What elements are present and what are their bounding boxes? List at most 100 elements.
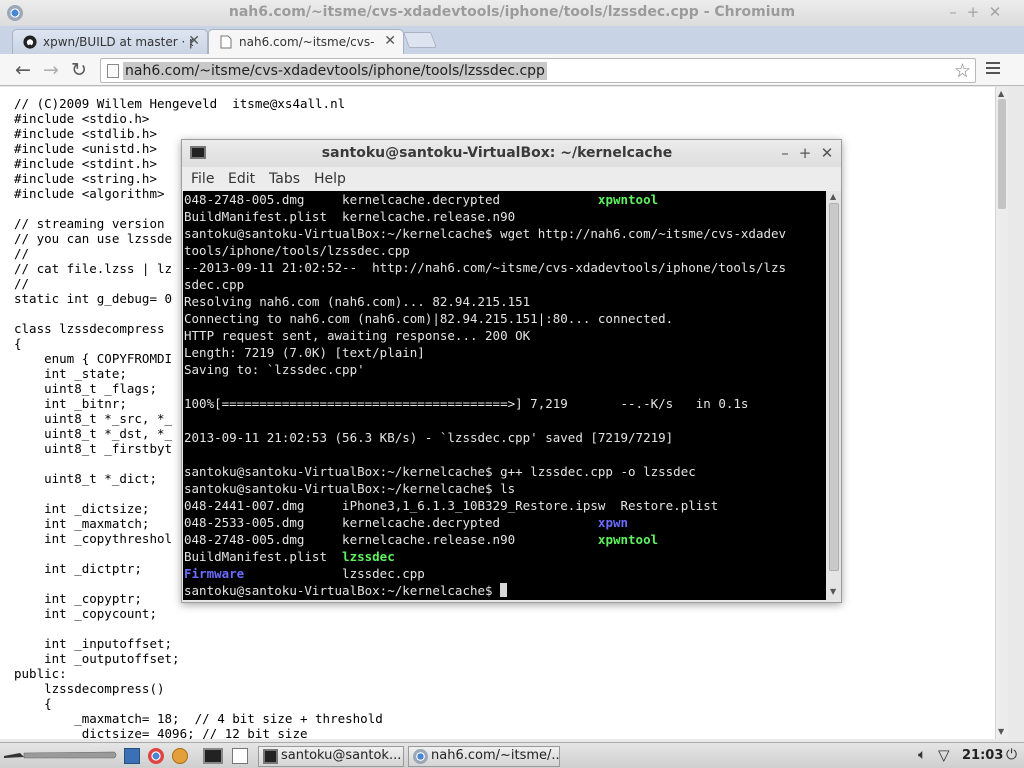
terminal-line: santoku@santoku-VirtualBox:~/kernelcache… bbox=[184, 225, 786, 242]
directory-name: xpwn bbox=[597, 515, 629, 530]
terminal-screen[interactable]: 048-2748-005.dmg kernelcache.decrypted x… bbox=[183, 191, 826, 600]
terminal-text: BuildManifest.plist kernelcache.release.… bbox=[184, 209, 516, 224]
menu-help[interactable]: Help bbox=[314, 171, 346, 187]
terminal-text: santoku@santoku-VirtualBox:~/kernelcache… bbox=[184, 464, 696, 479]
terminal-line: Saving to: `lzssdec.cpp' bbox=[184, 361, 786, 378]
tab-close-icon[interactable]: ✕ bbox=[188, 33, 200, 49]
terminal-line: Firmware lzssdec.cpp bbox=[184, 565, 786, 582]
bookmark-star-icon[interactable]: ☆ bbox=[954, 60, 971, 82]
terminal-text: Length: 7219 (7.0K) [text/plain] bbox=[184, 345, 425, 360]
terminal-line: Resolving nah6.com (nah6.com)... 82.94.2… bbox=[184, 293, 786, 310]
terminal-launcher-icon[interactable] bbox=[203, 748, 223, 764]
minimize-icon[interactable]: – bbox=[776, 144, 794, 162]
terminal-line: 2013-09-11 21:02:53 (56.3 KB/s) - `lzssd… bbox=[184, 429, 786, 446]
terminal-scroll-thumb[interactable] bbox=[829, 203, 839, 571]
santoku-knife-logo[interactable] bbox=[2, 748, 118, 762]
terminal-line: tools/iphone/tools/lzssdec.cpp bbox=[184, 242, 786, 259]
terminal-line: BuildManifest.plist kernelcache.release.… bbox=[184, 208, 786, 225]
scroll-up-icon[interactable]: ▲ bbox=[998, 89, 1004, 98]
new-tab-button[interactable] bbox=[403, 32, 437, 48]
page-scroll-thumb[interactable] bbox=[998, 99, 1006, 209]
terminal-line: santoku@santoku-VirtualBox:~/kernelcache… bbox=[184, 463, 786, 480]
source-line: int _outputoffset; bbox=[14, 651, 180, 666]
page-icon bbox=[107, 64, 119, 78]
source-line bbox=[14, 621, 383, 636]
source-line: int _inputoffset; bbox=[14, 636, 173, 651]
file-manager-icon[interactable] bbox=[124, 748, 140, 764]
browser-launcher-icon[interactable] bbox=[172, 748, 188, 764]
tab-lzssdec[interactable]: nah6.com/~itsme/cvs-xda ✕ bbox=[208, 29, 404, 54]
tab-label: nah6.com/~itsme/cvs-xda bbox=[239, 35, 375, 49]
terminal-line: 048-2441-007.dmg iPhone3,1_6.1.3_10B329_… bbox=[184, 497, 786, 514]
terminal-text: lzssdec.cpp bbox=[244, 566, 425, 581]
terminal-text: Resolving nah6.com (nah6.com)... 82.94.2… bbox=[184, 294, 531, 309]
terminal-scrollbar[interactable]: ▲ ▼ bbox=[827, 191, 841, 600]
source-line: #include <stdio.h> bbox=[14, 111, 150, 126]
terminal-text: sdec.cpp bbox=[184, 277, 245, 292]
scroll-down-icon[interactable]: ▼ bbox=[998, 727, 1004, 736]
terminal-text: BuildManifest.plist bbox=[184, 549, 343, 564]
scroll-up-icon[interactable]: ▲ bbox=[830, 192, 836, 201]
url-text[interactable]: nah6.com/~itsme/cvs-xdadevtools/iphone/t… bbox=[123, 62, 547, 80]
source-line: _maxmatch= 18; // 4 bit size + threshold bbox=[14, 711, 383, 726]
terminal-output: 048-2748-005.dmg kernelcache.decrypted x… bbox=[184, 191, 786, 599]
executable-name: lzssdec bbox=[342, 549, 395, 564]
close-icon[interactable]: ✕ bbox=[986, 3, 1004, 21]
logout-icon[interactable]: ⏻ bbox=[1006, 747, 1017, 763]
browser-titlebar[interactable]: nah6.com/~itsme/cvs-xdadevtools/iphone/t… bbox=[0, 0, 1024, 26]
minimize-icon[interactable]: – bbox=[944, 3, 962, 21]
terminal-text: --2013-09-11 21:02:52-- http://nah6.com/… bbox=[184, 260, 787, 275]
source-line: int _copycount; bbox=[14, 606, 157, 621]
source-line: _dictsize= 4096; // 12 bit size bbox=[14, 726, 308, 739]
browser-window-title: nah6.com/~itsme/cvs-xdadevtools/iphone/t… bbox=[228, 4, 796, 20]
taskbar-item-chromium[interactable]: nah6.com/~itsme/... bbox=[408, 746, 560, 767]
terminal-text: Saving to: `lzssdec.cpp' bbox=[184, 362, 365, 377]
menu-edit[interactable]: Edit bbox=[228, 171, 255, 187]
network-icon[interactable]: ▽ bbox=[938, 746, 950, 764]
terminal-text: HTTP request sent, awaiting response... … bbox=[184, 328, 531, 343]
address-bar[interactable]: nah6.com/~itsme/cvs-xdadevtools/iphone/t… bbox=[100, 58, 976, 83]
reload-icon[interactable]: ↻ bbox=[68, 59, 90, 81]
terminal-text: 048-2441-007.dmg iPhone3,1_6.1.3_10B329_… bbox=[184, 498, 719, 513]
maximize-icon[interactable]: + bbox=[964, 3, 982, 21]
menu-file[interactable]: File bbox=[191, 171, 214, 187]
volume-icon[interactable]: 🔈︎ bbox=[918, 747, 926, 763]
terminal-titlebar[interactable]: santoku@santoku-VirtualBox: ~/kernelcach… bbox=[182, 140, 841, 167]
forward-arrow-icon[interactable]: → bbox=[40, 59, 62, 81]
tab-close-icon[interactable]: ✕ bbox=[384, 33, 396, 49]
taskbar-item-label: nah6.com/~itsme/... bbox=[431, 748, 560, 763]
terminal-text: 048-2748-005.dmg kernelcache.release.n90 bbox=[184, 532, 598, 547]
chromium-launcher-icon[interactable] bbox=[148, 748, 164, 764]
page-scrollbar[interactable]: ▲ ▼ bbox=[995, 87, 1008, 739]
tab-label: xpwn/BUILD at master · p bbox=[43, 35, 193, 49]
terminal-text: 100%[===================================… bbox=[184, 396, 749, 411]
taskbar-item-terminal[interactable]: santoku@santok... bbox=[258, 746, 404, 767]
terminal-line: santoku@santoku-VirtualBox:~/kernelcache… bbox=[184, 480, 786, 497]
menu-tabs[interactable]: Tabs bbox=[269, 171, 300, 187]
terminal-window: santoku@santoku-VirtualBox: ~/kernelcach… bbox=[181, 139, 842, 603]
terminal-title: santoku@santoku-VirtualBox: ~/kernelcach… bbox=[321, 145, 673, 161]
chromium-icon bbox=[413, 749, 428, 764]
terminal-line: Length: 7219 (7.0K) [text/plain] bbox=[184, 344, 786, 361]
terminal-icon bbox=[263, 749, 278, 764]
maximize-icon[interactable]: + bbox=[796, 144, 814, 162]
terminal-line: Connecting to nah6.com (nah6.com)|82.94.… bbox=[184, 310, 786, 327]
terminal-text: santoku@santoku-VirtualBox:~/kernelcache… bbox=[184, 583, 501, 598]
close-icon[interactable]: ✕ bbox=[818, 144, 836, 162]
tab-xpwn-build[interactable]: xpwn/BUILD at master · p ✕ bbox=[12, 29, 208, 54]
hamburger-menu-icon[interactable] bbox=[986, 62, 1000, 76]
taskbar-item-label: santoku@santok... bbox=[281, 748, 402, 763]
desktop-icon[interactable] bbox=[232, 748, 248, 764]
clock[interactable]: 21:03 bbox=[962, 748, 1003, 763]
scroll-down-icon[interactable]: ▼ bbox=[830, 587, 836, 596]
back-arrow-icon[interactable]: ← bbox=[12, 59, 34, 81]
terminal-text: santoku@santoku-VirtualBox:~/kernelcache… bbox=[184, 226, 787, 241]
terminal-line: 048-2748-005.dmg kernelcache.release.n90… bbox=[184, 531, 786, 548]
terminal-menubar: File Edit Tabs Help bbox=[182, 167, 841, 191]
executable-name: xpwntool bbox=[597, 532, 659, 547]
browser-toolbar: ← → ↻ nah6.com/~itsme/cvs-xdadevtools/ip… bbox=[0, 54, 1024, 86]
terminal-line: 100%[===================================… bbox=[184, 395, 786, 412]
terminal-cursor bbox=[500, 583, 508, 597]
